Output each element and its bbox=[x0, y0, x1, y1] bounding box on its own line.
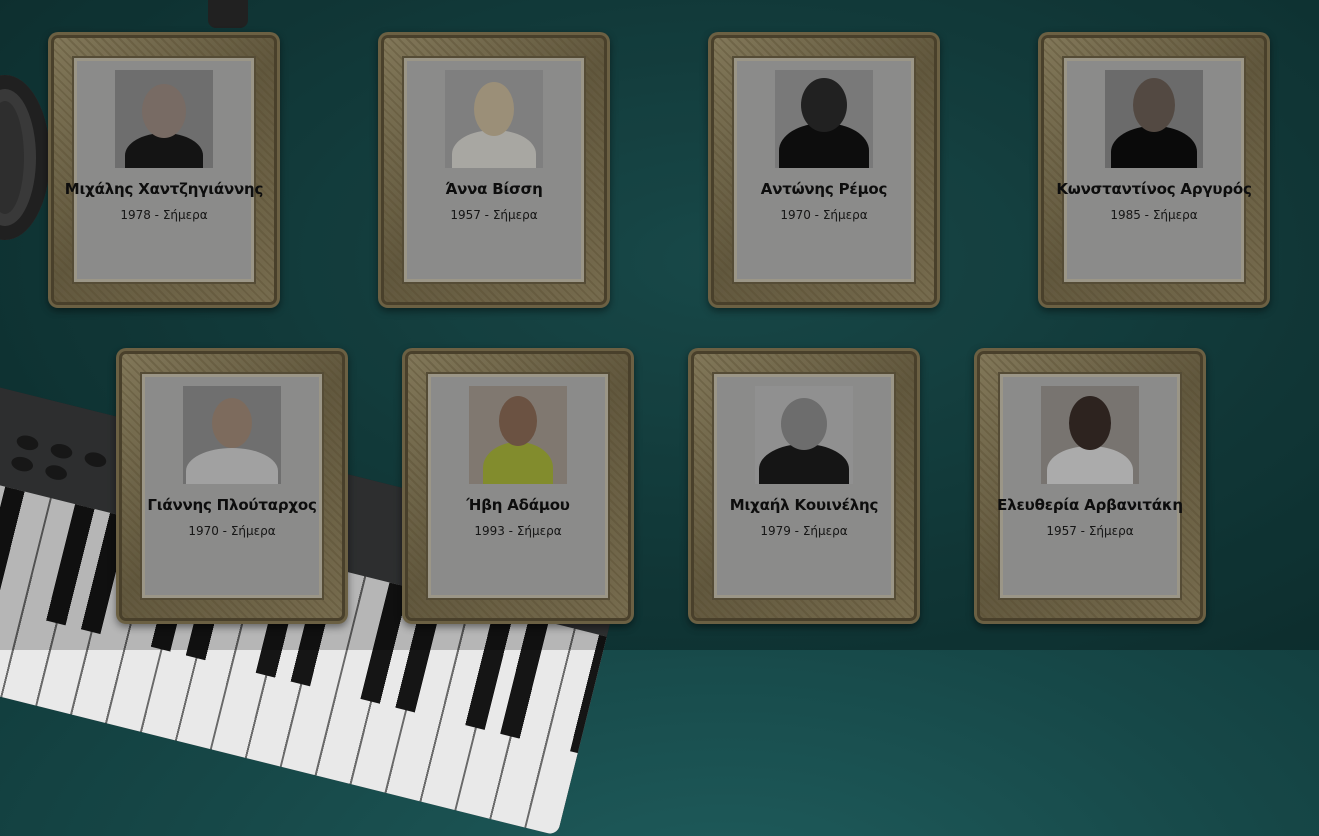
keyboard-button-icon bbox=[49, 441, 74, 461]
artist-years: 1978 - Σήμερα bbox=[120, 208, 208, 222]
artist-card[interactable]: Μιχάλης Χαντζηγιάννης 1978 - Σήμερα bbox=[48, 32, 280, 308]
headphone-band-decoration bbox=[208, 0, 248, 28]
artist-name: Αντώνης Ρέμος bbox=[760, 180, 888, 198]
artist-years: 1970 - Σήμερα bbox=[188, 524, 276, 538]
artist-name: Γιάννης Πλούταρχος bbox=[147, 496, 317, 514]
artist-photo bbox=[183, 386, 281, 484]
artist-years: 1970 - Σήμερα bbox=[780, 208, 868, 222]
artist-name: Μιχαήλ Κουινέλης bbox=[729, 496, 879, 514]
keyboard-button-icon bbox=[43, 463, 69, 483]
artist-years: 1979 - Σήμερα bbox=[760, 524, 848, 538]
artist-photo bbox=[1105, 70, 1203, 168]
artist-photo bbox=[115, 70, 213, 168]
artist-card[interactable]: Μιχαήλ Κουινέλης 1979 - Σήμερα bbox=[688, 348, 920, 624]
artist-photo bbox=[775, 70, 873, 168]
keyboard-button-icon bbox=[15, 433, 40, 453]
keyboard-button-icon bbox=[83, 450, 108, 470]
artist-name: Άννα Βίσση bbox=[445, 180, 543, 198]
artist-name: Ήβη Αδάμου bbox=[466, 496, 570, 514]
artist-card[interactable]: Ελευθερία Αρβανιτάκη 1957 - Σήμερα bbox=[974, 348, 1206, 624]
artist-photo bbox=[469, 386, 567, 484]
artist-name: Ελευθερία Αρβανιτάκη bbox=[997, 496, 1183, 514]
artist-card[interactable]: Ήβη Αδάμου 1993 - Σήμερα bbox=[402, 348, 634, 624]
artist-card[interactable]: Άννα Βίσση 1957 - Σήμερα bbox=[378, 32, 610, 308]
artist-photo bbox=[1041, 386, 1139, 484]
artist-photo bbox=[445, 70, 543, 168]
artist-card[interactable]: Αντώνης Ρέμος 1970 - Σήμερα bbox=[708, 32, 940, 308]
artist-years: 1993 - Σήμερα bbox=[474, 524, 562, 538]
artist-years: 1957 - Σήμερα bbox=[450, 208, 538, 222]
artist-card[interactable]: Γιάννης Πλούταρχος 1970 - Σήμερα bbox=[116, 348, 348, 624]
artist-name: Μιχάλης Χαντζηγιάννης bbox=[64, 180, 264, 198]
artist-name: Κωνσταντίνος Αργυρός bbox=[1056, 180, 1252, 198]
artist-years: 1985 - Σήμερα bbox=[1110, 208, 1198, 222]
headphones-decoration bbox=[0, 75, 50, 240]
artist-photo bbox=[755, 386, 853, 484]
artist-years: 1957 - Σήμερα bbox=[1046, 524, 1134, 538]
artist-card[interactable]: Κωνσταντίνος Αργυρός 1985 - Σήμερα bbox=[1038, 32, 1270, 308]
keyboard-button-icon bbox=[9, 454, 35, 474]
